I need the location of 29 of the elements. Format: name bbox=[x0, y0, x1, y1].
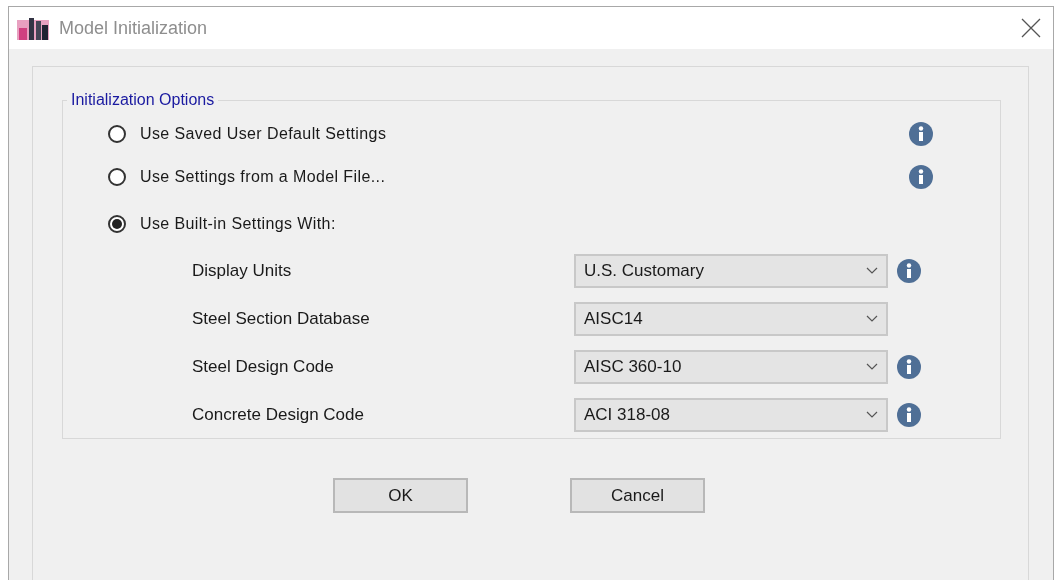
close-icon[interactable] bbox=[1021, 18, 1041, 38]
info-icon[interactable] bbox=[897, 403, 921, 427]
setting-label: Steel Section Database bbox=[192, 309, 371, 329]
setting-label: Display Units bbox=[192, 261, 293, 281]
chevron-icon bbox=[866, 315, 878, 323]
info-icon[interactable] bbox=[897, 259, 921, 283]
buildings-icon bbox=[17, 16, 49, 40]
window-title: Model Initialization bbox=[59, 17, 209, 39]
radio-button[interactable] bbox=[108, 125, 126, 143]
setting-label: Concrete Design Code bbox=[192, 405, 365, 425]
chevron-icon bbox=[866, 267, 878, 275]
option-label[interactable]: Use Settings from a Model File... bbox=[140, 167, 900, 186]
radio-button[interactable] bbox=[108, 167, 126, 186]
chevron-icon bbox=[866, 411, 878, 419]
option-label[interactable]: Use Saved User Default Settings bbox=[140, 125, 900, 143]
group-title: Initialization Options bbox=[70, 91, 216, 109]
radio-button[interactable] bbox=[108, 214, 126, 233]
dropdown[interactable]: ACI 318-08 bbox=[574, 398, 888, 432]
option-label[interactable]: Use Built-in Settings With: bbox=[140, 214, 900, 233]
chevron-icon bbox=[866, 363, 878, 371]
info-icon[interactable] bbox=[909, 122, 933, 146]
setting-label: Steel Design Code bbox=[192, 357, 335, 377]
info-icon[interactable] bbox=[897, 355, 921, 379]
info-icon[interactable] bbox=[909, 164, 933, 189]
dropdown[interactable]: AISC14 bbox=[574, 302, 888, 336]
cancel-button[interactable]: Cancel bbox=[570, 478, 705, 513]
ok-button[interactable]: OK bbox=[333, 478, 468, 513]
dropdown[interactable]: U.S. Customary bbox=[574, 254, 888, 288]
dropdown[interactable]: AISC 360-10 bbox=[574, 350, 888, 384]
